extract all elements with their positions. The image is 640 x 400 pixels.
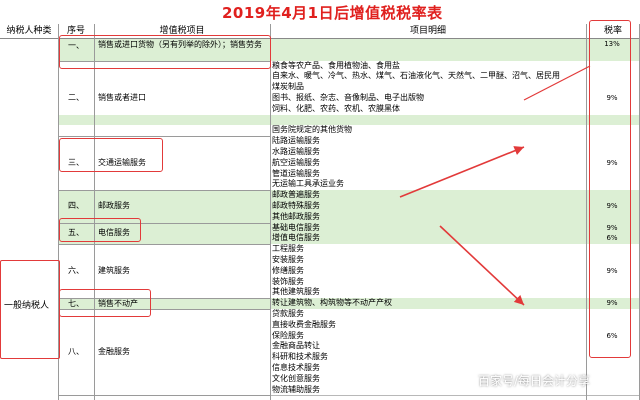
arrow-to-transport-rate [399, 146, 525, 198]
arrow-upper [523, 65, 591, 101]
annotation-arrows [399, 65, 591, 306]
tax-rate-table: 2019年4月1日后增值税税率表 纳税人种类 序号 增值税项目 项目明细 税率 … [0, 0, 640, 400]
watermark: 百家号/每日会计分享 [478, 374, 591, 388]
arrow-to-realestate-rate [439, 225, 525, 306]
